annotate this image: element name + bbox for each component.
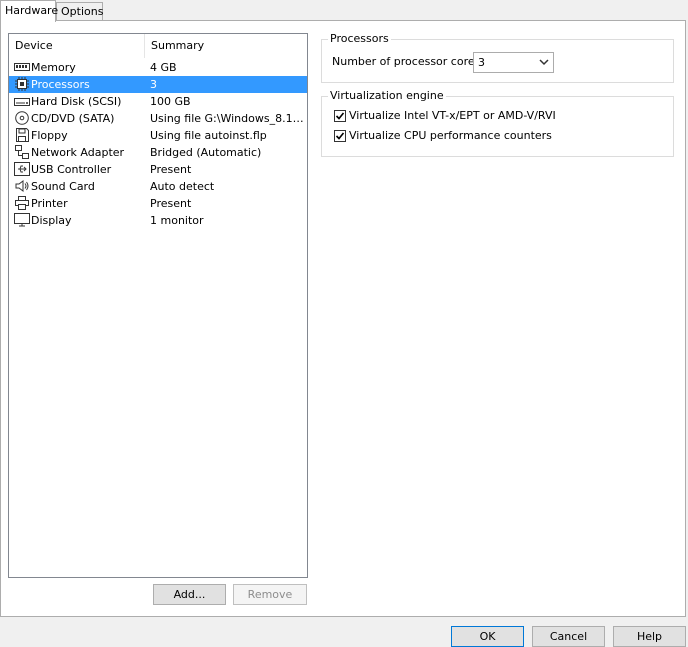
device-name: USB Controller [31,163,112,176]
hard-disk-icon [14,98,30,106]
memory-icon [14,63,30,71]
device-row-printer[interactable]: Printer Present [9,195,307,212]
device-row-floppy[interactable]: Floppy Using file autoinst.flp [9,127,307,144]
device-name: Display [31,214,72,227]
device-summary: 3 [150,78,157,91]
printer-icon [15,196,29,210]
column-header-summary[interactable]: Summary [145,34,307,58]
sound-icon [15,180,29,192]
device-name: Hard Disk (SCSI) [31,95,122,108]
device-name: Network Adapter [31,146,125,159]
device-summary: 100 GB [150,95,191,108]
device-name: Memory [31,61,76,74]
remove-button[interactable]: Remove [233,584,307,605]
device-name: Processors [31,78,90,91]
virtualization-group: Virtualization engine [321,89,674,157]
floppy-icon [16,128,29,142]
usb-icon [14,162,30,176]
device-summary: Using file autoinst.flp [150,129,267,142]
device-row-network-adapter[interactable]: Network Adapter Bridged (Automatic) [9,144,307,161]
device-summary: Present [150,163,192,176]
processors-group-title: Processors [328,32,391,46]
add-button[interactable]: Add... [153,584,226,605]
device-row-processors[interactable]: Processors 3 [9,76,307,93]
vtx-label[interactable]: Virtualize Intel VT-x/EPT or AMD-V/RVI [349,109,556,122]
device-row-memory[interactable]: Memory 4 GB [9,59,307,76]
ok-button[interactable]: OK [451,626,524,647]
tab-hardware[interactable]: Hardware [0,0,58,22]
device-summary: Present [150,197,192,210]
device-row-hard-disk[interactable]: Hard Disk (SCSI) 100 GB [9,93,307,110]
virtualization-group-title: Virtualization engine [328,89,446,103]
device-list[interactable]: Device Summary Memory 4 GB Processors 3 … [8,33,308,578]
device-row-display[interactable]: Display 1 monitor [9,212,307,229]
vtx-checkbox[interactable] [334,110,346,122]
checkmark-icon [335,112,345,120]
device-name: Floppy [31,129,68,142]
network-adapter-icon [15,145,29,159]
device-summary: 4 GB [150,61,177,74]
device-name: Printer [31,197,68,210]
device-row-usb-controller[interactable]: USB Controller Present [9,161,307,178]
device-row-cd-dvd[interactable]: CD/DVD (SATA) Using file G:\Windows_8.1_… [9,110,307,127]
cores-label: Number of processor cores: [332,55,485,68]
processor-icon [15,77,29,91]
device-name: Sound Card [31,180,95,193]
device-summary: Using file G:\Windows_8.1_P... [150,112,304,125]
perf-counters-checkbox[interactable] [334,130,346,142]
chevron-down-icon [539,59,549,66]
list-header: Device Summary [9,34,307,58]
perf-counters-label[interactable]: Virtualize CPU performance counters [349,129,552,142]
checkmark-icon [335,132,345,140]
device-summary: 1 monitor [150,214,204,227]
device-summary: Bridged (Automatic) [150,146,262,159]
device-row-sound-card[interactable]: Sound Card Auto detect [9,178,307,195]
cd-dvd-icon [15,111,29,125]
device-summary: Auto detect [150,180,215,193]
device-rows: Memory 4 GB Processors 3 Hard Disk (SCSI… [9,59,307,229]
column-header-device[interactable]: Device [9,34,145,58]
help-button[interactable]: Help [613,626,686,647]
device-name: CD/DVD (SATA) [31,112,115,125]
cores-select-value: 3 [478,56,485,69]
tab-options[interactable]: Options [56,2,103,20]
cancel-button[interactable]: Cancel [532,626,605,647]
display-icon [14,213,30,227]
cores-select[interactable]: 3 [473,52,554,73]
